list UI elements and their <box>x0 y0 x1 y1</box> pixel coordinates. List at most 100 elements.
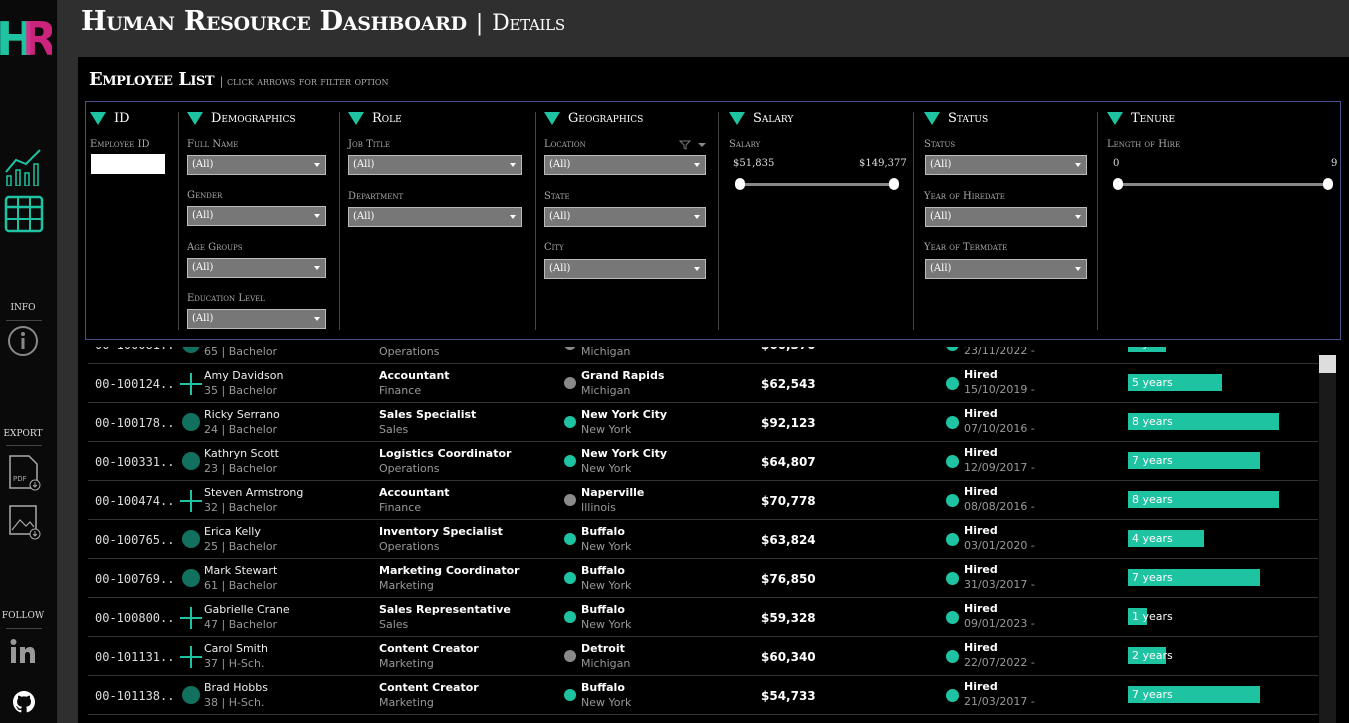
salary: $62,543 <box>761 377 816 391</box>
employment-status: Hired <box>964 407 998 420</box>
job-title: Logistics Coordinator <box>379 447 512 460</box>
employee-id-input[interactable] <box>91 154 165 174</box>
employment-status: Hired <box>964 563 998 576</box>
table-row[interactable]: 00-100178.. Ricky Serrano 24 | Bachelor Sal… <box>88 403 1318 442</box>
table-row[interactable]: 00-101138.. Brad Hobbs 38 | H-Sch. Content … <box>88 676 1318 715</box>
filter-toggle-salary[interactable]: Salary <box>729 111 793 126</box>
location-dot-icon <box>564 377 576 389</box>
pdf-export-icon[interactable]: PDF <box>7 454 43 492</box>
add-employee-icon[interactable] <box>180 607 202 629</box>
filter-divider <box>1097 112 1098 330</box>
employment-status: Hired <box>964 524 998 537</box>
filter-group-tenure: Tenure Length of Hire 0 9 <box>1103 102 1339 341</box>
table-row[interactable]: 00-100474.. Steven Armstrong 32 | Bachelor… <box>88 481 1318 520</box>
tenure-slider-max-handle[interactable] <box>1323 178 1333 190</box>
tenure-slider[interactable] <box>1113 178 1333 190</box>
filter-header-tenure: Tenure <box>1131 111 1176 126</box>
table-icon[interactable] <box>4 195 44 235</box>
status-dot-icon <box>946 611 959 624</box>
hire-year-select[interactable]: (All) <box>925 207 1087 227</box>
employee-name: Kathryn Scott <box>204 447 279 460</box>
line-chart-icon[interactable] <box>4 146 44 186</box>
state: New York <box>581 618 632 631</box>
state: New York <box>581 423 632 436</box>
education-select[interactable]: (All) <box>187 309 326 329</box>
state-select[interactable]: (All) <box>544 207 706 227</box>
add-employee-icon[interactable] <box>180 490 202 512</box>
filter-toggle-geographics[interactable]: Geographics <box>544 111 643 126</box>
term-year-label: Year of Termdate <box>924 242 1008 253</box>
table-row[interactable]: 00-100769.. Mark Stewart 61 | Bachelor Mark… <box>88 559 1318 598</box>
follow-label: FOLLOW <box>1 611 45 621</box>
employee-name: Erica Kelly <box>204 525 261 538</box>
employee-age-education: 23 | Bachelor <box>204 462 278 475</box>
status-dot-icon <box>946 455 959 468</box>
department-select[interactable]: (All) <box>348 207 522 227</box>
job-title-select[interactable]: (All) <box>348 155 522 175</box>
triangle-down-icon <box>90 112 106 125</box>
employee-age-education: 47 | Bachelor <box>204 618 278 631</box>
salary: $59,328 <box>761 611 816 625</box>
scrollbar-thumb[interactable] <box>1319 355 1336 373</box>
department: Operations <box>379 540 440 553</box>
filter-header-id: ID <box>114 111 130 126</box>
filter-toggle-demographics[interactable]: Demographics <box>187 111 296 126</box>
salary-slider[interactable] <box>735 178 899 190</box>
filter-toggle-id[interactable]: ID <box>90 111 130 126</box>
full-name-select[interactable]: (All) <box>187 155 326 175</box>
state-label: State <box>544 191 570 202</box>
filter-divider <box>913 112 914 330</box>
tenure-slider-min-handle[interactable] <box>1113 178 1123 190</box>
term-year-select[interactable]: (All) <box>925 259 1087 279</box>
location-dot-icon <box>564 689 576 701</box>
filter-group-demographics: Demographics Full Name (All) Gender (All… <box>183 102 339 341</box>
filter-divider <box>535 112 536 330</box>
table-row[interactable]: 00-100124.. Amy Davidson 35 | Bachelor Acco… <box>88 364 1318 403</box>
salary-min: $51,835 <box>733 158 775 169</box>
employment-status: Hired <box>964 641 998 654</box>
department: Marketing <box>379 657 434 670</box>
state: New York <box>581 579 632 592</box>
filter-toggle-status[interactable]: Status <box>924 111 988 126</box>
age-groups-select[interactable]: (All) <box>187 258 326 278</box>
gender-select[interactable]: (All) <box>187 206 326 226</box>
employee-table: 00-100081.. 65 | Bachelor Operations Michig… <box>78 347 1318 723</box>
location-dot-icon <box>564 416 576 428</box>
state: New York <box>581 696 632 709</box>
state: Michigan <box>581 657 631 670</box>
salary-slider-max-handle[interactable] <box>889 178 899 190</box>
employee-id: 00-100081.. <box>95 347 174 352</box>
github-icon[interactable] <box>12 690 36 714</box>
status-select[interactable]: (All) <box>925 155 1087 175</box>
info-icon[interactable] <box>7 325 39 357</box>
hire-date: 03/01/2020 - <box>964 539 1035 552</box>
employee-id: 00-100124.. <box>95 377 175 391</box>
filter-toggle-role[interactable]: Role <box>348 111 402 126</box>
employee-id: 00-100331.. <box>95 455 175 469</box>
avatar <box>182 686 200 704</box>
filter-funnel-icon[interactable] <box>678 140 708 150</box>
add-employee-icon[interactable] <box>180 373 202 395</box>
svg-text:PDF: PDF <box>13 475 27 483</box>
table-row[interactable]: 00-100081.. 65 | Bachelor Operations Michig… <box>88 347 1318 364</box>
employee-id: 00-101131.. <box>95 650 175 664</box>
state: Michigan <box>581 384 631 397</box>
salary-slider-min-handle[interactable] <box>735 178 745 190</box>
table-row[interactable]: 00-100765.. Erica Kelly 25 | Bachelor Inven… <box>88 520 1318 559</box>
image-export-icon[interactable] <box>7 503 43 541</box>
location-select[interactable]: (All) <box>544 155 706 175</box>
add-employee-icon[interactable] <box>180 646 202 668</box>
linkedin-icon[interactable] <box>9 638 37 664</box>
city-select[interactable]: (All) <box>544 259 706 279</box>
location-label: Location <box>544 139 586 150</box>
department: Marketing <box>379 696 434 709</box>
tenure-label: 5 years <box>1132 376 1173 389</box>
filter-toggle-tenure[interactable]: Tenure <box>1107 111 1175 126</box>
table-row[interactable]: 00-100331.. Kathryn Scott 23 | Bachelor Log… <box>88 442 1318 481</box>
table-row[interactable]: 00-100800.. Gabrielle Crane 47 | Bachelor S… <box>88 598 1318 637</box>
location-dot-icon <box>564 572 576 584</box>
table-scrollbar[interactable] <box>1319 355 1336 723</box>
table-row[interactable]: 00-101131.. Carol Smith 37 | H-Sch. Content… <box>88 637 1318 676</box>
filter-group-status: Status Status (All) Year of Hiredate (Al… <box>920 102 1100 341</box>
job-title: Content Creator <box>379 681 479 694</box>
